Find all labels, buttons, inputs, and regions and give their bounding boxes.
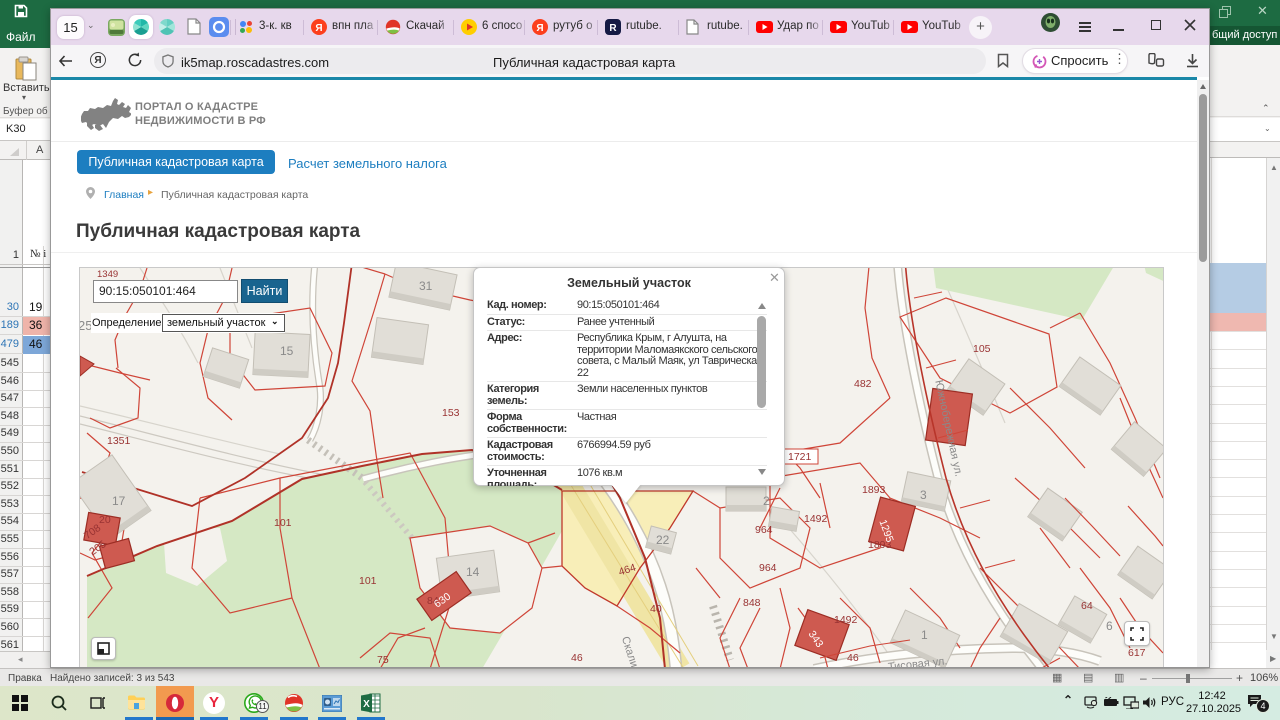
svg-text:31: 31 <box>419 279 433 293</box>
svg-text:848: 848 <box>743 597 761 609</box>
svg-text:15: 15 <box>280 344 294 358</box>
svg-text:17: 17 <box>112 494 126 508</box>
svg-text:964: 964 <box>759 562 777 574</box>
svg-text:101: 101 <box>359 575 377 587</box>
svg-text:1: 1 <box>921 628 928 642</box>
svg-text:1351: 1351 <box>107 435 131 447</box>
svg-text:1492: 1492 <box>834 614 858 626</box>
svg-text:X: X <box>363 699 370 710</box>
svg-text:6: 6 <box>1106 619 1113 633</box>
svg-text:1893: 1893 <box>862 484 886 496</box>
svg-text:46: 46 <box>571 652 583 664</box>
svg-text:20: 20 <box>99 514 111 526</box>
svg-text:Я: Я <box>315 23 322 34</box>
svg-text:46: 46 <box>847 652 859 664</box>
svg-text:964: 964 <box>755 524 773 536</box>
svg-text:105: 105 <box>973 343 991 355</box>
svg-text:14: 14 <box>466 565 480 579</box>
svg-text:617: 617 <box>1128 647 1146 659</box>
svg-text:Я: Я <box>536 23 543 34</box>
svg-text:153: 153 <box>442 407 460 419</box>
svg-text:3: 3 <box>920 488 927 502</box>
svg-text:482: 482 <box>854 378 872 390</box>
svg-text:1721: 1721 <box>788 451 812 463</box>
svg-text:40: 40 <box>650 603 662 615</box>
svg-text:22: 22 <box>656 533 670 547</box>
svg-text:1492: 1492 <box>804 513 828 525</box>
svg-text:101: 101 <box>274 517 292 529</box>
svg-text:R: R <box>609 23 617 34</box>
svg-text:1349: 1349 <box>97 269 118 280</box>
svg-text:75: 75 <box>377 654 389 666</box>
svg-text:2: 2 <box>763 494 770 508</box>
svg-text:64: 64 <box>1081 600 1093 612</box>
